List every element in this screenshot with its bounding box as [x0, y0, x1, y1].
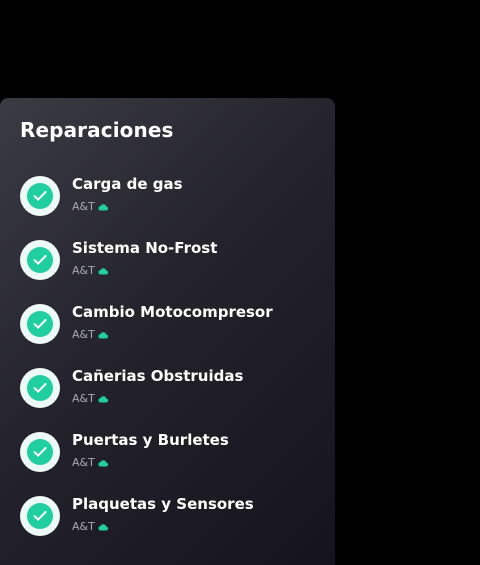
repair-provider: A&T — [72, 328, 108, 341]
provider-label: A&T — [72, 456, 95, 469]
cloud-icon — [98, 395, 108, 403]
repair-name: Cañerias Obstruidas — [72, 367, 244, 385]
repair-name: Puertas y Burletes — [72, 431, 229, 449]
repair-provider: A&T — [72, 392, 108, 405]
repair-name: Carga de gas — [72, 175, 183, 193]
list-item[interactable]: Plaquetas y Sensores A&T — [20, 495, 320, 560]
check-badge — [20, 240, 60, 280]
cloud-icon — [98, 203, 108, 211]
provider-label: A&T — [72, 328, 95, 341]
check-badge — [20, 304, 60, 344]
list-item[interactable]: Cañerias Obstruidas A&T — [20, 367, 320, 432]
repair-name: Plaquetas y Sensores — [72, 495, 254, 513]
cloud-icon — [98, 459, 108, 467]
check-badge — [20, 432, 60, 472]
check-badge — [20, 368, 60, 408]
check-icon — [27, 247, 53, 273]
check-badge — [20, 496, 60, 536]
cloud-icon — [98, 523, 108, 531]
repair-provider: A&T — [72, 456, 108, 469]
list-item[interactable]: Carga de gas A&T — [20, 175, 320, 240]
provider-label: A&T — [72, 520, 95, 533]
repairs-list: Carga de gas A&T Sistema No-Frost A&T Ca… — [20, 175, 320, 560]
check-icon — [27, 503, 53, 529]
check-icon — [27, 439, 53, 465]
check-icon — [27, 311, 53, 337]
list-item[interactable]: Cambio Motocompresor A&T — [20, 303, 320, 368]
check-icon — [27, 183, 53, 209]
list-item[interactable]: Sistema No-Frost A&T — [20, 239, 320, 304]
check-icon — [27, 375, 53, 401]
provider-label: A&T — [72, 392, 95, 405]
panel-title: Reparaciones — [20, 118, 174, 142]
repair-provider: A&T — [72, 520, 108, 533]
cloud-icon — [98, 331, 108, 339]
repair-provider: A&T — [72, 264, 108, 277]
repairs-panel: Reparaciones Carga de gas A&T Sistema No… — [0, 98, 335, 565]
provider-label: A&T — [72, 264, 95, 277]
repair-name: Sistema No-Frost — [72, 239, 218, 257]
list-item[interactable]: Puertas y Burletes A&T — [20, 431, 320, 496]
provider-label: A&T — [72, 200, 95, 213]
cloud-icon — [98, 267, 108, 275]
check-badge — [20, 176, 60, 216]
repair-name: Cambio Motocompresor — [72, 303, 273, 321]
repair-provider: A&T — [72, 200, 108, 213]
